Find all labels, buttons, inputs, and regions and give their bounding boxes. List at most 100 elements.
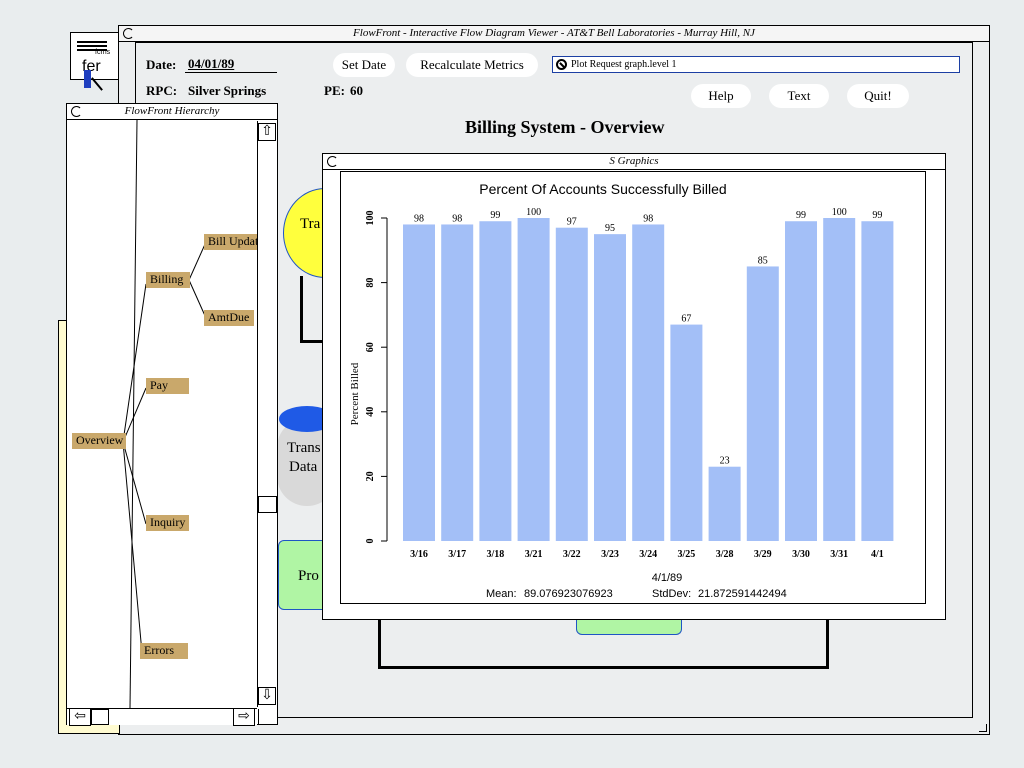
- tree-node-overview[interactable]: Overview: [72, 433, 126, 449]
- scroll-right-arrow-icon[interactable]: ⇨: [233, 708, 255, 726]
- chart-bar: [632, 224, 665, 541]
- chart-plot-area: Percent Of Accounts Successfully Billed …: [340, 171, 926, 604]
- x-tick-label: 3/28: [716, 549, 734, 560]
- bar-value-label: 95: [605, 223, 615, 234]
- window-menu-icon[interactable]: [123, 28, 134, 39]
- scroll-down-arrow-icon[interactable]: ⇩: [258, 687, 276, 705]
- chart-title: Percent Of Accounts Successfully Billed: [479, 181, 726, 197]
- tree-node-bill-update[interactable]: Bill Update: [204, 234, 257, 250]
- stddev-label: StdDev:: [652, 588, 691, 600]
- resize-handle[interactable]: [979, 724, 987, 732]
- scroll-up-arrow-icon[interactable]: ⇧: [258, 123, 276, 141]
- chart-y-axis-label: Percent Billed: [349, 362, 361, 425]
- blue-marker: [84, 70, 91, 88]
- x-tick-label: 3/18: [487, 549, 505, 560]
- y-tick-label: 60: [365, 342, 376, 352]
- window-menu-icon[interactable]: [71, 106, 82, 117]
- date-underline: [185, 72, 277, 73]
- hierarchy-window-title: FlowFront Hierarchy: [67, 104, 277, 120]
- page-title: Billing System - Overview: [465, 117, 665, 137]
- y-tick-label: 0: [365, 539, 376, 544]
- tree-node-amtdue[interactable]: AmtDue: [204, 310, 254, 326]
- x-tick-label: 3/16: [410, 549, 428, 560]
- flow-connector: [826, 619, 829, 669]
- quit-button[interactable]: Quit!: [847, 84, 909, 108]
- recalculate-metrics-button[interactable]: Recalculate Metrics: [406, 53, 538, 77]
- chart-bar: [479, 221, 512, 542]
- mean-label: Mean:: [486, 588, 517, 600]
- pe-value: 60: [350, 83, 363, 98]
- x-tick-label: 3/31: [830, 549, 848, 560]
- flow-connector: [378, 619, 381, 669]
- tree-node-inquiry[interactable]: Inquiry: [146, 515, 189, 531]
- chart-bar: [555, 227, 588, 541]
- mean-value: 89.076923076923: [524, 588, 613, 600]
- x-tick-label: 3/17: [448, 549, 466, 560]
- flow-connector: [300, 340, 322, 343]
- lines-icon: [77, 41, 107, 43]
- bar-value-label: 100: [832, 207, 847, 218]
- tree-node-pay[interactable]: Pay: [146, 378, 189, 394]
- hierarchy-window: FlowFront Hierarchy Overview Billing Bil…: [66, 103, 278, 726]
- plot-request-field[interactable]: Plot Request graph.level 1: [552, 56, 960, 73]
- vertical-scrollbar[interactable]: ⇧ ⇩: [257, 121, 277, 707]
- scroll-thumb[interactable]: [258, 496, 277, 513]
- date-value[interactable]: 04/01/89: [188, 56, 234, 72]
- x-tick-label: 3/22: [563, 549, 581, 560]
- x-tick-label: 3/21: [525, 549, 543, 560]
- bar-value-label: 99: [872, 210, 882, 221]
- x-tick-label: 3/24: [639, 549, 657, 560]
- chart-bar: [594, 234, 626, 541]
- flow-node-process[interactable]: Pro: [278, 540, 328, 610]
- y-tick-label: 40: [365, 407, 376, 417]
- s-graphics-window-title: S Graphics: [323, 154, 945, 170]
- chart-bar: [403, 224, 435, 541]
- stddev-value: 21.872591442494: [698, 588, 787, 600]
- chart-x-axis-label: 4/1/89: [652, 572, 683, 584]
- x-tick-label: 3/29: [754, 549, 772, 560]
- chart-bar: [785, 221, 817, 542]
- x-tick-label: 4/1: [871, 549, 884, 560]
- chart-bar: [441, 224, 474, 541]
- bar-value-label: 100: [526, 207, 541, 218]
- chart-bar: [517, 218, 550, 541]
- bar-value-label: 98: [452, 213, 462, 224]
- x-tick-label: 3/30: [792, 549, 810, 560]
- chart-bar: [670, 324, 703, 541]
- y-tick-label: 100: [365, 211, 376, 226]
- scroll-left-arrow-icon[interactable]: ⇦: [69, 708, 91, 726]
- set-date-button[interactable]: Set Date: [333, 53, 395, 77]
- help-button[interactable]: Help: [691, 84, 751, 108]
- no-entry-icon: [556, 59, 567, 70]
- main-window-title: FlowFront - Interactive Flow Diagram Vie…: [119, 26, 989, 42]
- rpc-label: RPC:: [146, 83, 178, 98]
- rpc-value: Silver Springs: [188, 83, 267, 98]
- bar-value-label: 23: [720, 456, 730, 467]
- x-tick-label: 3/25: [678, 549, 696, 560]
- flow-connector: [378, 666, 829, 669]
- scroll-thumb[interactable]: [91, 709, 109, 725]
- bar-value-label: 98: [414, 213, 424, 224]
- chart-bar: [746, 266, 779, 541]
- bar-value-label: 67: [681, 314, 691, 325]
- text-button[interactable]: Text: [769, 84, 829, 108]
- y-tick-label: 20: [365, 471, 376, 481]
- bar-chart: Percent Of Accounts Successfully Billed …: [349, 181, 894, 600]
- bar-value-label: 97: [567, 217, 577, 228]
- scroll-corner: [258, 709, 277, 725]
- icon-label: fcrns: [95, 49, 111, 56]
- plot-request-text: Plot Request graph.level 1: [571, 59, 677, 70]
- horizontal-scrollbar[interactable]: ⇦ ⇨: [67, 708, 257, 726]
- date-label: Date:: [146, 57, 177, 72]
- chart-bar: [861, 221, 894, 542]
- pe-label: PE:: [324, 83, 345, 98]
- flow-node-output[interactable]: [576, 619, 682, 635]
- chart-bar: [708, 466, 741, 541]
- tree-node-errors[interactable]: Errors: [140, 643, 188, 659]
- window-menu-icon[interactable]: [327, 156, 338, 167]
- s-graphics-window: S Graphics Percent Of Accounts Successfu…: [322, 153, 946, 620]
- x-tick-label: 3/23: [601, 549, 619, 560]
- y-tick-label: 80: [365, 278, 376, 288]
- tree-node-billing[interactable]: Billing: [146, 272, 190, 288]
- hierarchy-tree-lines: [122, 120, 207, 708]
